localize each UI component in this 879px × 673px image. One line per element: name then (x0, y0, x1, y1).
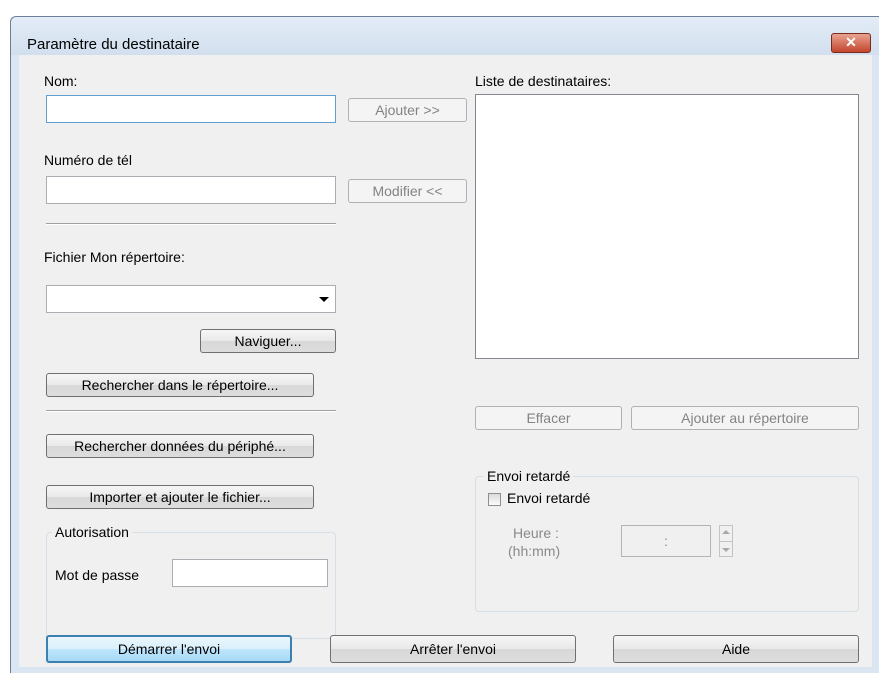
browse-button[interactable]: Naviguer... (200, 329, 336, 353)
delayed-send-title: Envoi retardé (484, 468, 574, 484)
search-phonebook-button[interactable]: Rechercher dans le répertoire... (46, 373, 314, 397)
add-to-phonebook-button[interactable]: Ajouter au répertoire (631, 406, 859, 430)
name-input[interactable] (46, 95, 336, 123)
spinner-down-icon[interactable] (722, 548, 730, 552)
title-bar[interactable]: Paramètre du destinataire ✕ (11, 17, 879, 55)
password-input[interactable] (172, 559, 328, 587)
start-send-button[interactable]: Démarrer l'envoi (46, 635, 292, 663)
close-button[interactable]: ✕ (831, 33, 871, 53)
chevron-down-icon (319, 297, 329, 302)
recipient-list-label: Liste de destinataires: (475, 73, 612, 89)
password-label: Mot de passe (55, 567, 140, 583)
phone-input[interactable] (46, 176, 336, 204)
search-device-button[interactable]: Rechercher données du périphé... (46, 434, 314, 458)
name-label: Nom: (44, 73, 78, 89)
spinner-divider (720, 541, 732, 542)
time-separator: : (664, 533, 668, 549)
delayed-send-checkbox[interactable] (488, 493, 501, 506)
add-button[interactable]: Ajouter >> (348, 98, 467, 122)
delayed-send-checkbox-label: Envoi retardé (507, 490, 591, 506)
phone-label: Numéro de tél (44, 152, 132, 168)
spinner-up-icon[interactable] (722, 530, 730, 534)
authorization-title: Autorisation (52, 524, 132, 540)
clear-button[interactable]: Effacer (475, 406, 622, 430)
time-spinner[interactable] (719, 525, 733, 557)
recipient-list[interactable] (475, 94, 859, 359)
phonebook-file-dropdown[interactable] (46, 285, 336, 313)
dialog-window: Paramètre du destinataire ✕ Nom: Ajouter… (10, 16, 879, 673)
help-button[interactable]: Aide (613, 635, 859, 663)
window-title: Paramètre du destinataire (27, 36, 200, 53)
modify-button[interactable]: Modifier << (348, 179, 467, 203)
phonebook-file-label: Fichier Mon répertoire: (44, 249, 185, 265)
time-label: Heure : (513, 525, 559, 541)
time-input[interactable]: : (621, 525, 711, 557)
dialog-body: Nom: Ajouter >> Numéro de tél Modifier <… (19, 55, 872, 667)
separator (46, 223, 336, 225)
import-file-button[interactable]: Importer et ajouter le fichier... (46, 485, 314, 509)
time-format-label: (hh:mm) (508, 543, 561, 559)
separator (46, 410, 336, 412)
close-icon: ✕ (845, 34, 857, 50)
stop-send-button[interactable]: Arrêter l'envoi (330, 635, 576, 663)
